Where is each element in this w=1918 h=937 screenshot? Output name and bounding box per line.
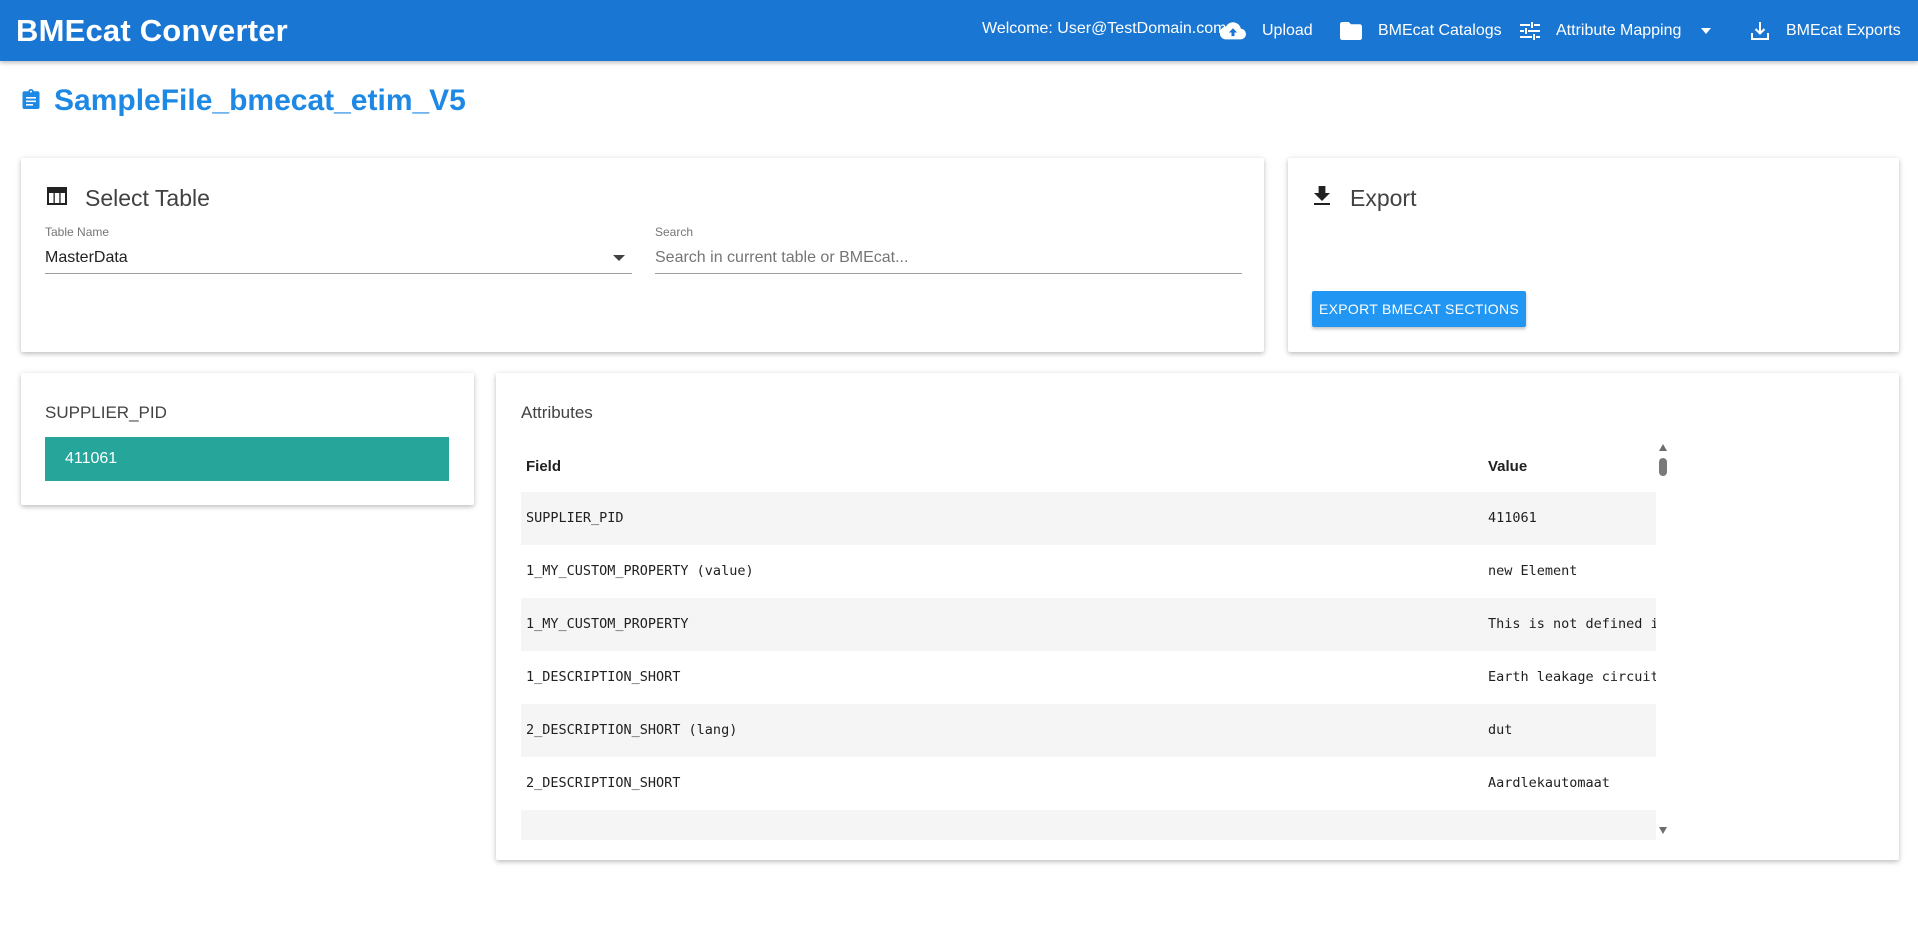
scroll-up-arrow-icon[interactable]: [1659, 444, 1667, 451]
column-header-value[interactable]: Value: [1488, 458, 1527, 475]
chevron-down-icon[interactable]: [1701, 27, 1712, 34]
nav-bmecat-exports-label: BMEcat Exports: [1786, 21, 1901, 39]
export-card: Export EXPORT BMECAT SECTIONS: [1288, 158, 1899, 352]
table-row[interactable]: [521, 810, 1656, 840]
table-scrollbar[interactable]: [1656, 440, 1670, 840]
table-row[interactable]: 2_DESCRIPTION_SHORT Aardlekautomaat: [521, 757, 1656, 810]
nav-bmecat-catalogs[interactable]: BMEcat Catalogs: [1340, 0, 1502, 61]
search-label: Search: [655, 225, 694, 239]
field-cell: 1_MY_CUSTOM_PROPERTY: [526, 616, 689, 632]
table-row[interactable]: 1_MY_CUSTOM_PROPERTY (value) new Element: [521, 545, 1656, 598]
table-header-row: Field Value: [521, 440, 1656, 492]
value-cell: 411061: [1488, 510, 1537, 526]
dropdown-arrow-icon: [613, 255, 625, 261]
nav-attribute-mapping-label: Attribute Mapping: [1556, 21, 1682, 39]
select-table-heading: Select Table: [85, 185, 210, 211]
table-row[interactable]: SUPPLIER_PID 411061: [521, 492, 1656, 545]
field-cell: SUPPLIER_PID: [526, 510, 624, 526]
nav-bmecat-exports[interactable]: BMEcat Exports: [1750, 0, 1901, 61]
folder-icon: [1340, 21, 1362, 40]
page-title-text: SampleFile_bmecat_etim_V5: [54, 84, 466, 117]
attributes-card: Attributes Field Value SUPPLIER_PID 4110…: [496, 373, 1899, 860]
field-cell: 2_DESCRIPTION_SHORT (lang): [526, 722, 738, 738]
value-cell: Aardlekautomaat: [1488, 775, 1610, 791]
field-cell: 2_DESCRIPTION_SHORT: [526, 775, 681, 791]
page-title: SampleFile_bmecat_etim_V5: [22, 84, 466, 118]
select-table-card: Select Table Table Name MasterData Searc…: [21, 158, 1264, 352]
table-row[interactable]: 2_DESCRIPTION_SHORT (lang) dut: [521, 704, 1656, 757]
export-heading: Export: [1350, 185, 1417, 211]
supplier-pid-heading: SUPPLIER_PID: [45, 403, 167, 422]
value-cell: dut: [1488, 722, 1513, 738]
attributes-table: Field Value SUPPLIER_PID 411061 1_MY_CUS…: [521, 440, 1656, 840]
tune-icon: [1520, 21, 1540, 40]
table-row[interactable]: 1_MY_CUSTOM_PROPERTY This is not defined…: [521, 598, 1656, 651]
nav-attribute-mapping[interactable]: Attribute Mapping: [1520, 0, 1712, 61]
export-header: Export: [1314, 185, 1416, 212]
app-bar: BMEcat Converter Welcome: User@TestDomai…: [0, 0, 1918, 61]
value-cell: This is not defined in BMEcat Standard: [1488, 616, 1656, 632]
field-cell: 1_MY_CUSTOM_PROPERTY (value): [526, 563, 754, 579]
download-tray-icon: [1750, 21, 1770, 41]
app-title[interactable]: BMEcat Converter: [16, 13, 288, 49]
cloud-upload-icon: [1220, 21, 1246, 40]
nav-upload-label: Upload: [1262, 21, 1313, 39]
table-name-select[interactable]: MasterData: [45, 240, 632, 274]
nav-bmecat-catalogs-label: BMEcat Catalogs: [1378, 21, 1502, 39]
field-cell: 1_DESCRIPTION_SHORT: [526, 669, 681, 685]
table-name-underline: [45, 273, 632, 274]
export-bmecat-sections-button[interactable]: EXPORT BMECAT SECTIONS: [1312, 291, 1526, 327]
table-name-label: Table Name: [45, 225, 110, 239]
value-cell: Earth leakage circuit breaker: [1488, 669, 1656, 685]
attributes-heading: Attributes: [521, 403, 593, 422]
column-header-field[interactable]: Field: [526, 458, 561, 475]
search-input[interactable]: [655, 240, 1242, 274]
table-icon: [47, 187, 67, 210]
list-item[interactable]: 411061: [45, 437, 449, 481]
scroll-down-arrow-icon[interactable]: [1659, 827, 1667, 834]
nav-upload[interactable]: Upload: [1220, 0, 1313, 61]
clipboard-icon: [22, 88, 40, 114]
select-table-header: Select Table: [47, 185, 210, 212]
table-name-value: MasterData: [45, 249, 128, 266]
scrollbar-thumb[interactable]: [1659, 458, 1667, 476]
download-icon: [1314, 186, 1330, 211]
table-row[interactable]: 1_DESCRIPTION_SHORT Earth leakage circui…: [521, 651, 1656, 704]
value-cell: new Element: [1488, 563, 1578, 579]
welcome-text: Welcome: User@TestDomain.com: [982, 20, 1227, 37]
supplier-pid-card: SUPPLIER_PID 411061: [21, 373, 474, 505]
